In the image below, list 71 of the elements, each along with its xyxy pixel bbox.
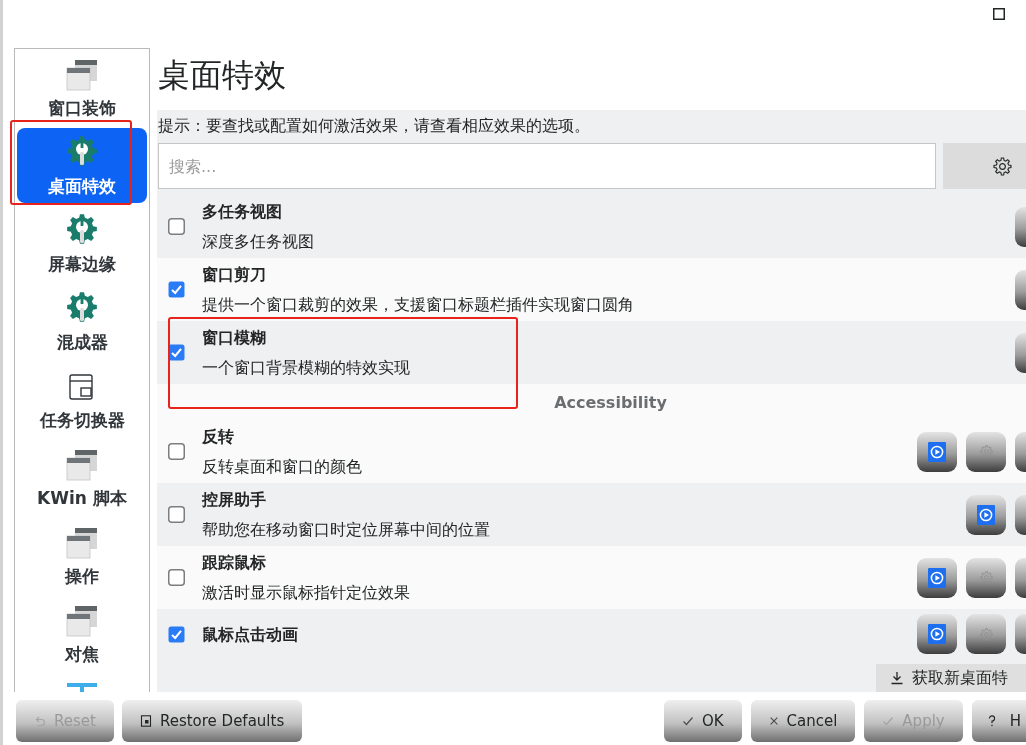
page-title: 桌面特效 [158, 56, 286, 94]
cancel-button[interactable]: Cancel [750, 700, 856, 742]
effect-description: 深度多任务视图 [202, 231, 314, 252]
effect-description: 激活时显示鼠标指针定位效果 [202, 582, 410, 603]
get-new-effects-button[interactable]: 获取新桌面特 [876, 664, 1026, 692]
effect-title: 控屏助手 [202, 489, 266, 510]
window-stack-icon [64, 603, 100, 639]
tool-button[interactable] [1015, 206, 1026, 247]
checkbox[interactable] [168, 281, 185, 298]
ok-button[interactable]: OK [663, 700, 742, 742]
effect-title: 反转 [202, 426, 234, 447]
panel-icon [67, 683, 97, 692]
window-stack-icon [64, 447, 100, 483]
effect-title: 多任务视图 [202, 201, 282, 222]
effect-description: 反转桌面和窗口的颜色 [202, 456, 362, 477]
sidebar-item[interactable]: 对焦 [17, 596, 147, 671]
video-button[interactable] [917, 431, 957, 472]
sidebar-item[interactable]: KWin 脚本 [17, 440, 147, 515]
checkbox[interactable] [168, 506, 185, 523]
restore-defaults-button[interactable]: Restore Defaults [121, 700, 303, 742]
play-icon [928, 567, 946, 588]
video-button[interactable] [917, 557, 957, 598]
checkbox[interactable] [168, 625, 185, 643]
window-switcher-icon [68, 373, 96, 401]
checkbox[interactable] [168, 569, 185, 586]
effect-title: 跟踪鼠标 [202, 552, 266, 573]
effect-title: 窗口剪刀 [202, 264, 266, 285]
window-stack-icon [64, 525, 100, 561]
effect-description: 帮助您在移动窗口时定位屏幕中间的位置 [202, 519, 490, 540]
help-button[interactable]: H [971, 700, 1026, 742]
play-icon [977, 504, 995, 525]
gear-icon [979, 445, 993, 458]
sidebar-item[interactable]: 任务切换器 [17, 362, 147, 437]
settings-icon [993, 156, 1012, 176]
sidebar-item[interactable]: 操作 [17, 518, 147, 593]
tool-button[interactable] [1015, 332, 1026, 373]
checkbox[interactable] [168, 218, 185, 235]
checkbox[interactable] [168, 443, 185, 460]
check-icon [681, 715, 694, 727]
video-button[interactable] [917, 614, 957, 654]
maximize-icon[interactable] [993, 8, 1005, 20]
check-icon [882, 715, 895, 727]
undo-icon [34, 715, 46, 727]
cross-icon [768, 716, 779, 726]
document-icon [139, 715, 152, 727]
gear-icon [979, 627, 993, 641]
effect-title: 窗口模糊 [202, 327, 266, 348]
section-heading: Accessibility [554, 392, 667, 412]
gear-icon [979, 571, 993, 584]
window-stack-icon [64, 57, 100, 93]
play-icon [928, 624, 946, 644]
download-icon [890, 671, 904, 685]
configure-button[interactable] [966, 431, 1006, 472]
tool-button[interactable] [1015, 431, 1026, 472]
tool-button[interactable] [1015, 269, 1026, 310]
hint-text: 提示：要查找或配置如何激活效果，请查看相应效果的选项。 [158, 116, 590, 135]
effect-title: 鼠标点击动画 [202, 623, 298, 645]
video-button[interactable] [966, 494, 1006, 535]
sidebar-item[interactable]: 窗口装饰 [17, 50, 147, 125]
sidebar-item[interactable]: 屏幕边缘 [17, 206, 147, 281]
effect-description: 提供一个窗口裁剪的效果，支援窗口标题栏插件实现窗口圆角 [202, 294, 634, 315]
tool-button[interactable] [1015, 494, 1026, 535]
search-field[interactable]: 搜索... [158, 143, 936, 189]
configure-button[interactable] [966, 557, 1006, 598]
tool-button[interactable] [1015, 557, 1026, 598]
configure-button[interactable] [966, 614, 1006, 654]
tool-button[interactable] [1015, 614, 1026, 654]
effect-description: 一个窗口背景模糊的特效实现 [202, 357, 410, 378]
settings-button[interactable] [943, 143, 1026, 189]
sidebar-item[interactable]: 混成器 [17, 284, 147, 359]
play-icon [928, 441, 946, 462]
